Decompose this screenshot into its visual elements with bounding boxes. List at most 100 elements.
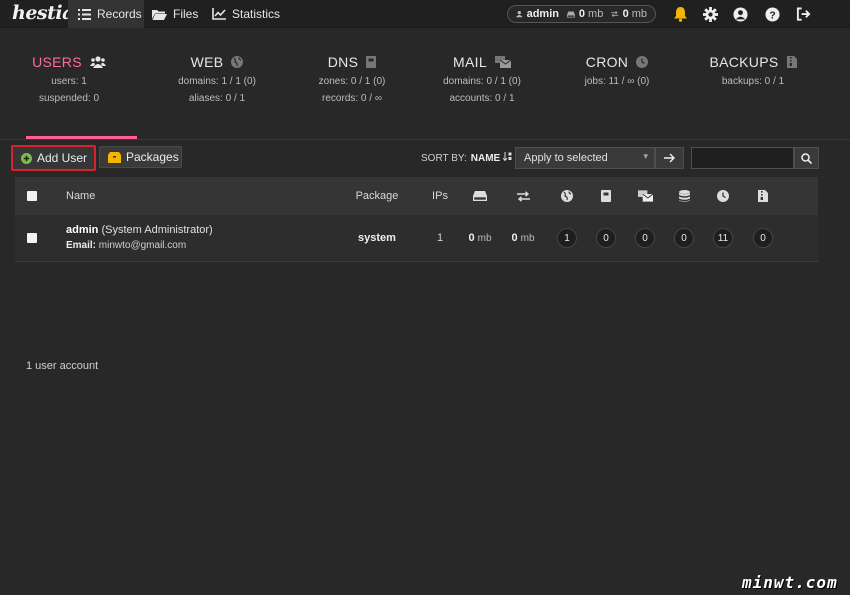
sort-alpha-icon bbox=[502, 152, 512, 162]
user-bandwidth-value: 0 bbox=[511, 232, 518, 244]
user-icon bbox=[516, 11, 523, 18]
user-email-label: Email: bbox=[66, 240, 97, 251]
stat-dns[interactable]: DNS zones: 0 / 1 (0) records: 0 / ∞ bbox=[287, 54, 417, 104]
username-link[interactable]: admin bbox=[66, 224, 98, 236]
apply-action-button[interactable] bbox=[655, 147, 684, 169]
globe-icon bbox=[231, 56, 244, 68]
user-email-cell: Email: minwto@gmail.com bbox=[66, 240, 186, 251]
search-input[interactable] bbox=[691, 147, 794, 169]
stat-users-line2: suspended: 0 bbox=[38, 93, 100, 104]
user-databases: 0 bbox=[672, 215, 696, 261]
add-circle-icon bbox=[21, 152, 32, 164]
logout-icon[interactable] bbox=[794, 5, 812, 23]
svg-text:?: ? bbox=[769, 10, 775, 21]
account-usage-pill[interactable]: admin 0 mb 0 mb bbox=[507, 5, 656, 23]
user-mail-domains: 0 bbox=[633, 215, 657, 261]
column-mail-bulk-icon bbox=[633, 177, 657, 215]
file-archive-icon bbox=[786, 56, 797, 68]
user-disk-usage: 0 mb bbox=[462, 215, 498, 261]
stat-web-line1: domains: 1 / 1 (0) bbox=[178, 76, 256, 87]
stat-mail-title: MAIL bbox=[453, 54, 487, 70]
stat-users-title: USERS bbox=[32, 54, 82, 70]
search-button[interactable] bbox=[794, 147, 819, 169]
row-select-checkbox[interactable] bbox=[26, 215, 38, 261]
column-web-globe-icon bbox=[555, 177, 579, 215]
nav-files[interactable]: Files bbox=[152, 0, 198, 28]
hestia-logo[interactable]: hestia bbox=[12, 2, 74, 24]
column-dns-address-book-icon bbox=[594, 177, 618, 215]
sort-by-label: SORT BY: bbox=[421, 153, 467, 164]
search-icon bbox=[801, 152, 812, 164]
stat-backups-title: BACKUPS bbox=[709, 54, 779, 70]
column-name[interactable]: Name bbox=[66, 177, 95, 215]
nav-records[interactable]: Records bbox=[68, 0, 144, 28]
stat-dns-line1: zones: 0 / 1 (0) bbox=[318, 76, 386, 87]
box-icon bbox=[108, 151, 121, 163]
user-web-domains: 1 bbox=[555, 215, 579, 261]
sort-by-value: NAME bbox=[470, 153, 501, 164]
table-header: Name Package IPs bbox=[15, 177, 818, 215]
list-icon bbox=[78, 8, 91, 20]
column-database-icon bbox=[672, 177, 696, 215]
stat-mail-line1: domains: 0 / 1 (0) bbox=[443, 76, 521, 87]
user-disk-value: 0 bbox=[468, 232, 475, 244]
user-backups: 0 bbox=[751, 215, 775, 261]
help-question-icon[interactable]: ? bbox=[763, 5, 781, 23]
stat-dns-line2: records: 0 / ∞ bbox=[322, 93, 382, 104]
user-profile-icon[interactable] bbox=[731, 5, 749, 23]
stat-cron[interactable]: CRON jobs: 11 / ∞ (0) bbox=[552, 54, 682, 93]
column-backups-file-archive-icon bbox=[751, 177, 775, 215]
bulk-action-select[interactable]: Apply to selected ▾ bbox=[515, 147, 655, 169]
stat-cron-line1: jobs: 11 / ∞ (0) bbox=[584, 76, 650, 87]
select-all-checkbox[interactable] bbox=[26, 177, 38, 215]
exchange-icon bbox=[611, 11, 619, 17]
stat-backups-line1: backups: 0 / 1 bbox=[721, 76, 785, 87]
user-cron-jobs: 11 bbox=[711, 215, 735, 261]
users-icon bbox=[89, 56, 106, 68]
add-user-button[interactable]: Add User bbox=[11, 145, 96, 171]
stat-users-line1: users: 1 bbox=[51, 76, 87, 87]
stat-users[interactable]: USERS users: 1 suspended: 0 bbox=[4, 54, 134, 104]
active-tab-indicator bbox=[26, 136, 137, 139]
arrow-right-icon bbox=[664, 153, 675, 163]
settings-gear-icon[interactable] bbox=[701, 5, 719, 23]
stat-mail[interactable]: MAIL domains: 0 / 1 (0) accounts: 0 / 1 bbox=[417, 54, 547, 104]
chevron-down-icon: ▾ bbox=[643, 151, 648, 161]
top-bar: hestia Records Files Statistics admin 0 … bbox=[0, 0, 850, 28]
column-disk-hdd-icon bbox=[468, 177, 492, 215]
packages-button[interactable]: Packages bbox=[99, 146, 182, 168]
user-name-cell[interactable]: admin (System Administrator) bbox=[66, 224, 213, 236]
notifications-bell-icon[interactable] bbox=[671, 5, 689, 23]
sort-by-control[interactable]: SORT BY: NAME bbox=[421, 152, 512, 164]
chart-icon bbox=[212, 8, 226, 20]
folder-icon bbox=[152, 9, 167, 20]
nav-statistics-label: Statistics bbox=[232, 7, 281, 21]
user-fullname: (System Administrator) bbox=[101, 224, 213, 236]
user-ips-count: 1 bbox=[436, 232, 444, 244]
stat-backups[interactable]: BACKUPS backups: 0 / 1 bbox=[688, 54, 818, 93]
stats-overview: USERS users: 1 suspended: 0 WEB domains:… bbox=[0, 29, 850, 140]
user-disk-unit: mb bbox=[477, 232, 492, 244]
table-row[interactable]: admin (System Administrator) Email: minw… bbox=[15, 215, 818, 262]
user-package: system bbox=[358, 232, 396, 244]
stat-mail-line2: accounts: 0 / 1 bbox=[449, 93, 515, 104]
column-bandwidth-exchange-icon bbox=[511, 177, 535, 215]
disk-usage-unit: mb bbox=[588, 8, 604, 20]
nav-records-label: Records bbox=[97, 7, 142, 21]
stat-cron-title: CRON bbox=[585, 54, 629, 70]
stat-web[interactable]: WEB domains: 1 / 1 (0) aliases: 0 / 1 bbox=[152, 54, 282, 104]
column-package[interactable]: Package bbox=[347, 177, 407, 215]
user-count-footer: 1 user account bbox=[26, 360, 99, 372]
nav-statistics[interactable]: Statistics bbox=[212, 0, 280, 28]
packages-label: Packages bbox=[126, 150, 179, 164]
user-dns-zones: 0 bbox=[594, 215, 618, 261]
account-username: admin bbox=[526, 8, 559, 20]
column-ips[interactable]: IPs bbox=[425, 177, 455, 215]
bulk-action-value: Apply to selected bbox=[524, 152, 608, 164]
user-bandwidth-usage: 0 mb bbox=[505, 215, 541, 261]
address-book-icon bbox=[366, 56, 377, 68]
hdd-icon bbox=[567, 11, 575, 17]
watermark-text: minwt.com bbox=[742, 573, 838, 592]
disk-usage-value: 0 bbox=[578, 8, 586, 20]
user-bandwidth-unit: mb bbox=[520, 232, 535, 244]
